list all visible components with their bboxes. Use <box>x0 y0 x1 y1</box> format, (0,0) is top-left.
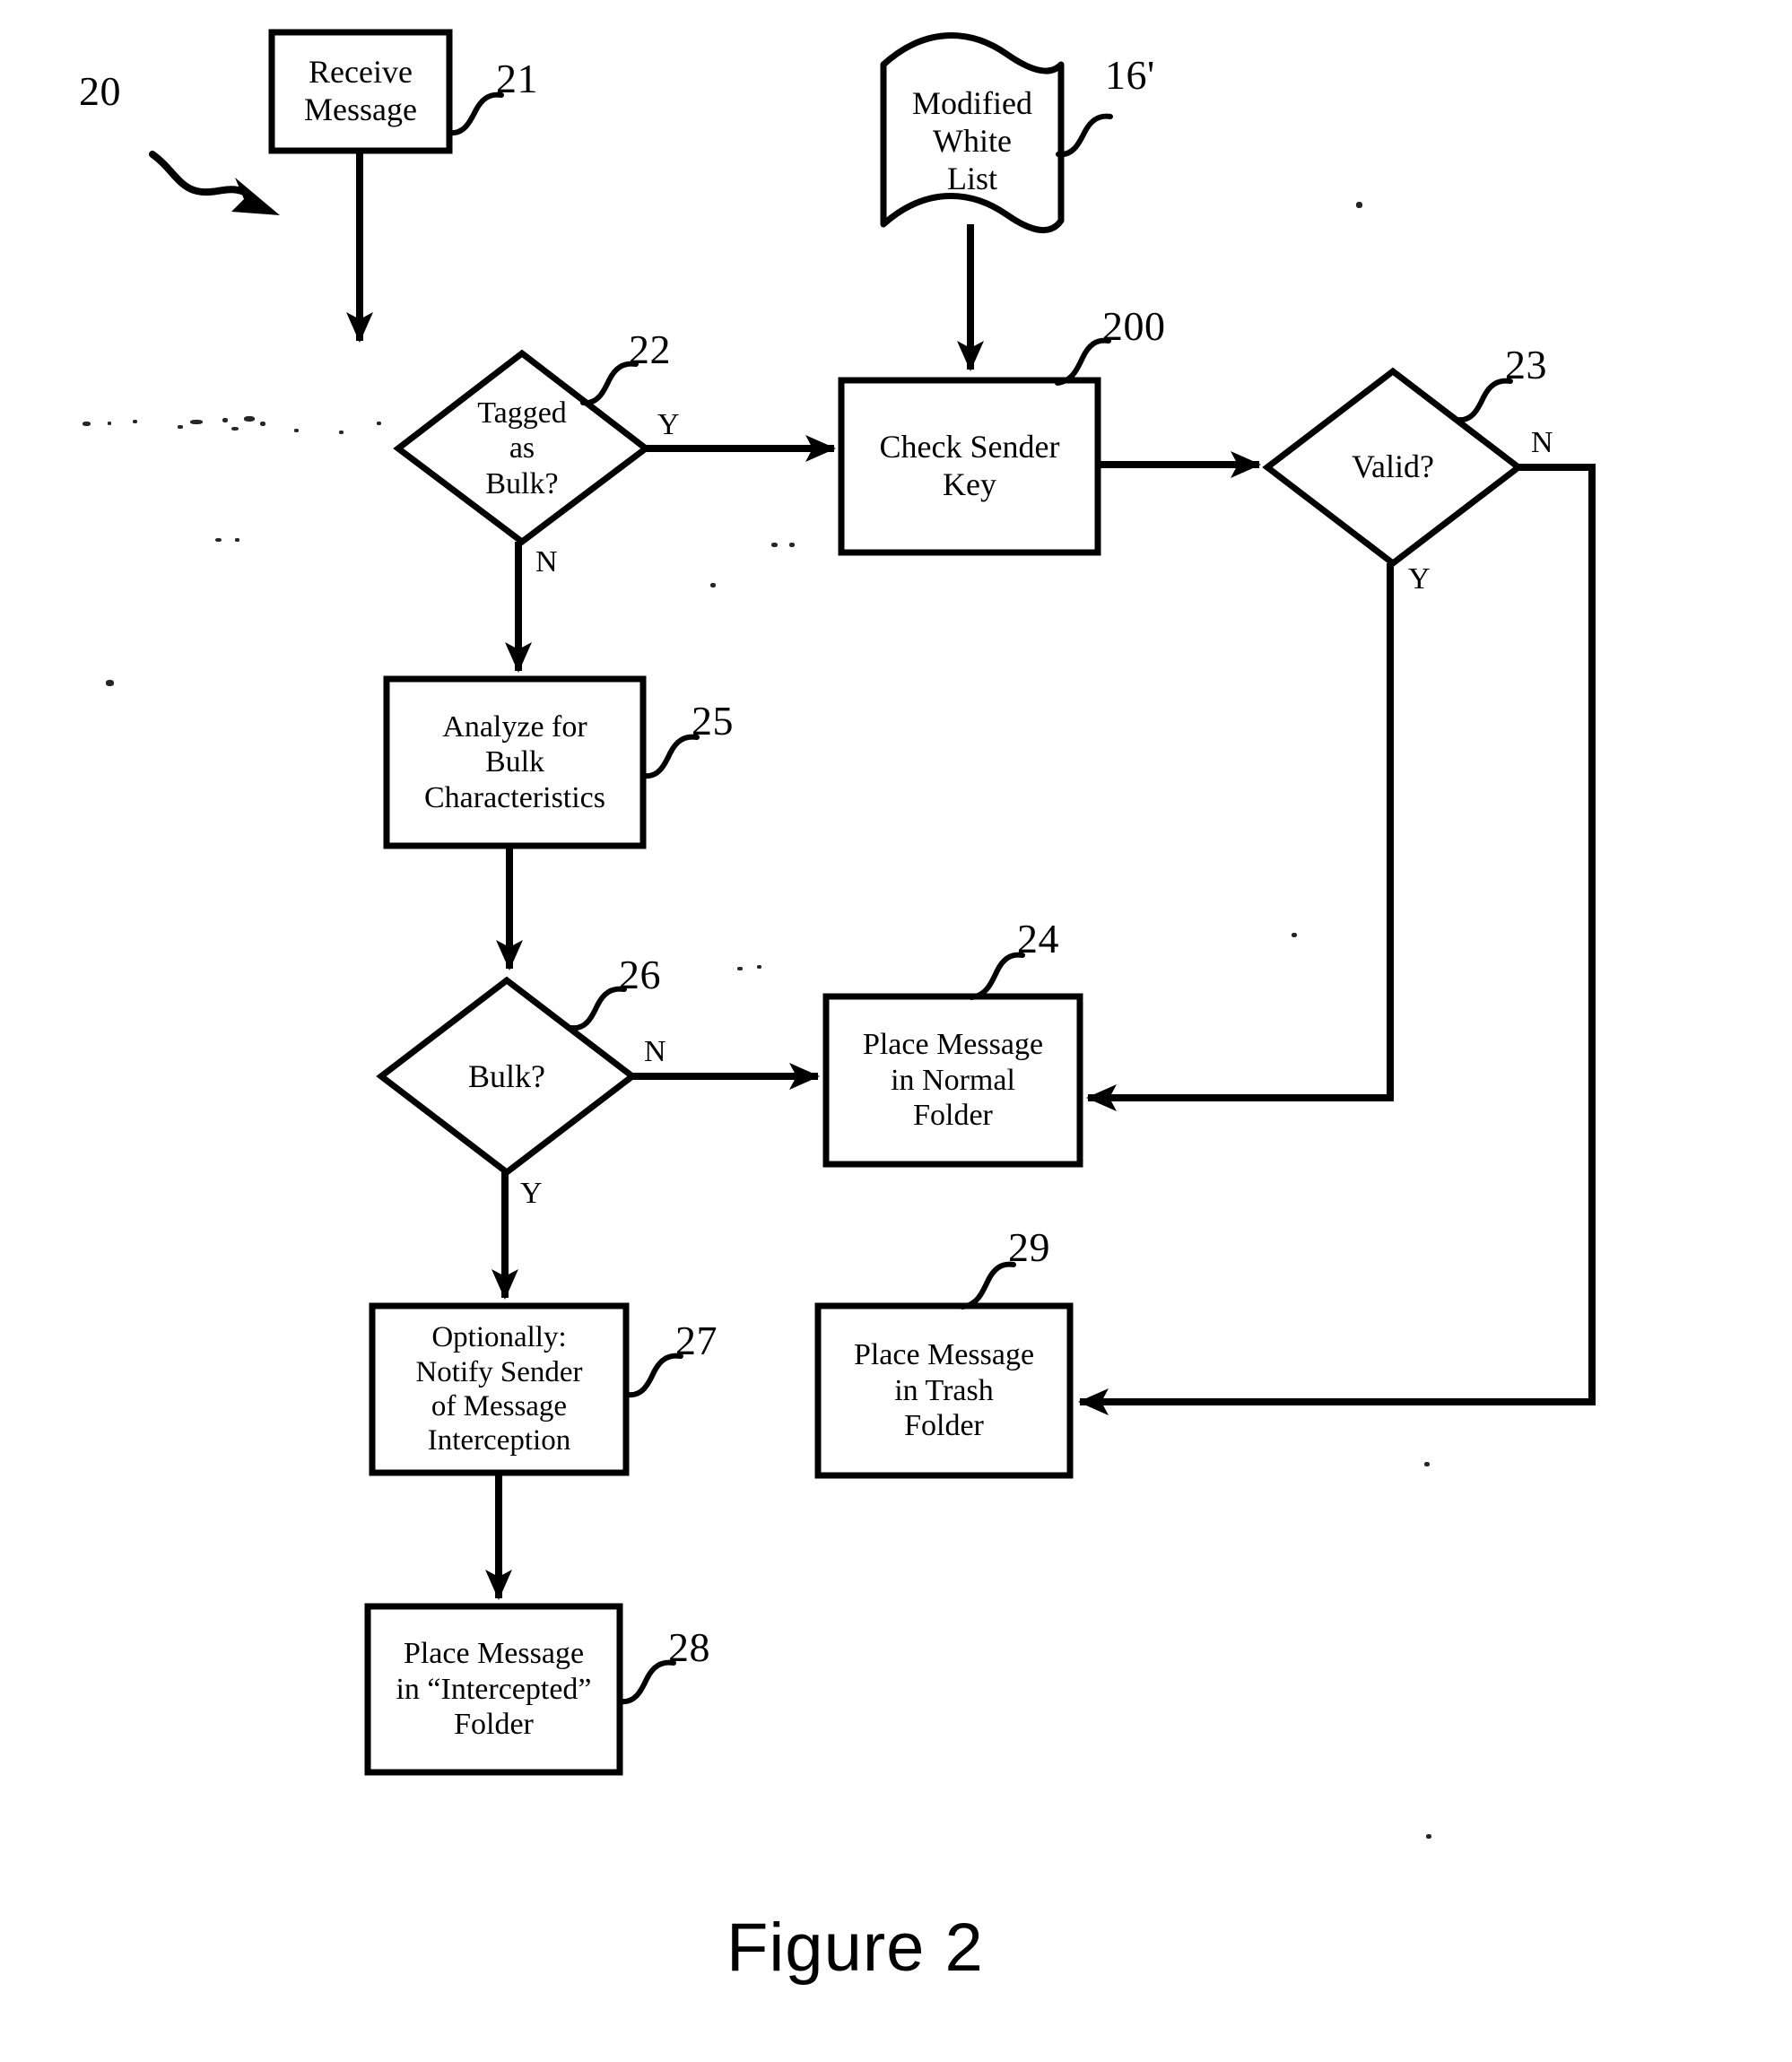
branch-label-bulk-no: N <box>644 1035 666 1068</box>
leader-29 <box>960 1261 1016 1309</box>
ref-number-20: 20 <box>79 68 121 114</box>
scan-artifact <box>235 538 239 542</box>
edge-valid-yes-to-normal-folder <box>1086 563 1394 1111</box>
ref-number-200: 200 <box>1102 303 1166 349</box>
scan-artifact <box>710 583 716 587</box>
leader-20-arrow <box>149 151 280 215</box>
node-place-trash-folder <box>814 1302 1074 1479</box>
ref-number-22: 22 <box>629 326 671 372</box>
scan-artifact <box>215 538 222 542</box>
scan-artifact <box>108 422 111 425</box>
scan-artifact <box>190 420 203 424</box>
scan-artifact <box>260 422 265 426</box>
ref-number-21: 21 <box>496 56 538 101</box>
branch-label-bulk-yes: Y <box>520 1177 543 1210</box>
branch-label-valid-yes: Y <box>1408 562 1431 596</box>
node-receive-message <box>268 29 453 154</box>
scan-artifact <box>294 429 299 432</box>
ref-number-24: 24 <box>1017 916 1059 961</box>
ref-number-25: 25 <box>692 698 734 744</box>
flowchart-vector-layer <box>149 29 1596 1776</box>
branch-label-tagged-yes: Y <box>657 408 680 441</box>
scan-artifact <box>1292 933 1297 937</box>
scan-artifact <box>106 680 114 686</box>
scan-artifact <box>244 416 255 422</box>
ref-number-26: 26 <box>619 952 661 997</box>
ref-number-23: 23 <box>1505 342 1547 387</box>
scan-artifact <box>789 543 795 547</box>
scan-artifact <box>737 967 743 970</box>
leader-26 <box>569 986 627 1031</box>
scan-artifact <box>178 425 183 429</box>
scan-artifact <box>133 420 137 423</box>
scan-artifact <box>757 965 761 969</box>
ref-number-27: 27 <box>675 1318 718 1363</box>
node-place-intercepted-folder <box>364 1603 623 1776</box>
branch-label-tagged-no: N <box>535 545 558 579</box>
leader-200 <box>1055 337 1111 386</box>
leader-25 <box>641 734 700 779</box>
branch-label-valid-no: N <box>1531 426 1553 459</box>
scan-artifact <box>1426 1834 1431 1839</box>
node-check-sender-key <box>838 377 1101 556</box>
scan-artifact <box>1424 1462 1430 1466</box>
edge-valid-no-to-trash-folder <box>1078 464 1596 1415</box>
scan-artifact <box>1356 202 1362 208</box>
node-place-normal-folder <box>822 993 1083 1168</box>
node-notify-sender <box>369 1302 630 1476</box>
ref-number-28: 28 <box>668 1624 710 1670</box>
leader-24 <box>969 952 1025 1000</box>
scan-artifact <box>377 422 381 425</box>
leader-16prime <box>1056 113 1113 158</box>
leader-23 <box>1455 378 1513 423</box>
leader-27 <box>625 1353 683 1398</box>
figure-caption: Figure 2 <box>726 1910 984 1986</box>
scan-artifact <box>231 427 239 431</box>
leader-21 <box>447 91 504 136</box>
scan-artifact <box>771 543 778 547</box>
node-analyze-for-bulk <box>383 675 647 849</box>
ref-number-16-prime: 16' <box>1105 52 1155 98</box>
scan-artifact <box>222 418 228 422</box>
scan-artifact <box>339 431 344 434</box>
patent-figure: Receive Message Modified White List Tagg… <box>0 0 1792 2062</box>
node-modified-white-list <box>880 32 1065 234</box>
leader-28 <box>618 1659 676 1705</box>
scan-artifact <box>83 422 91 426</box>
ref-number-29: 29 <box>1008 1224 1050 1270</box>
